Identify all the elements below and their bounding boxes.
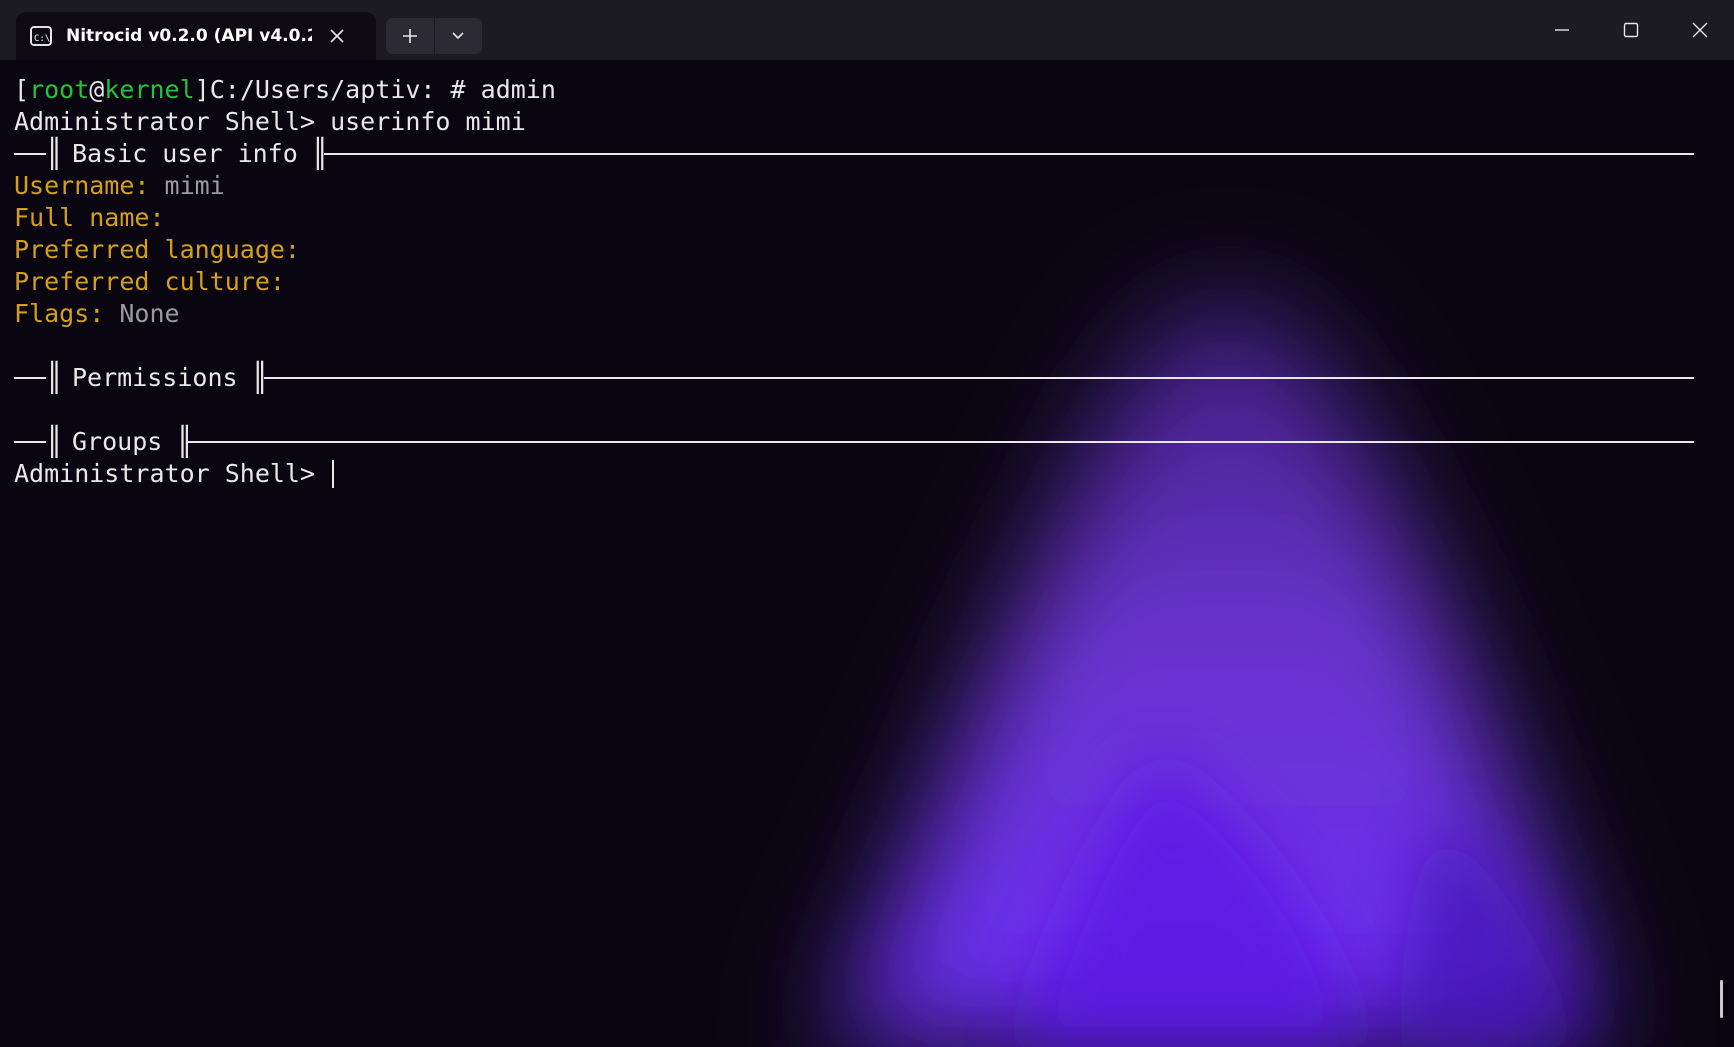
section-rule-lead bbox=[14, 441, 46, 443]
section-bar: ║ bbox=[251, 361, 269, 394]
terminal-window: C:\ Nitrocid v0.2.0 (API v4.0.28.44 bbox=[0, 0, 1734, 1047]
field-username: Username: mimi bbox=[14, 170, 1694, 202]
minimize-icon bbox=[1554, 29, 1569, 31]
section-header-basic: ║ Basic user info ║ bbox=[14, 138, 1694, 170]
prompt-user: root bbox=[29, 75, 90, 104]
title-bar: C:\ Nitrocid v0.2.0 (API v4.0.28.44 bbox=[0, 0, 1734, 60]
prompt-line-3: Administrator Shell> bbox=[14, 458, 1694, 490]
section-bar: ║ bbox=[311, 137, 329, 170]
section-bar: ║ bbox=[176, 425, 194, 458]
maximize-icon bbox=[1623, 22, 1638, 38]
prompt-open-bracket: [ bbox=[14, 75, 30, 104]
section-rule bbox=[323, 153, 1694, 155]
window-controls bbox=[1527, 0, 1734, 60]
section-bar: ║ bbox=[46, 425, 63, 458]
field-value: mimi bbox=[164, 171, 225, 200]
tab-terminal[interactable]: C:\ Nitrocid v0.2.0 (API v4.0.28.44 bbox=[16, 12, 376, 60]
field-label: Preferred culture: bbox=[14, 267, 300, 296]
section-title: Basic user info bbox=[72, 139, 298, 168]
field-label: Preferred language: bbox=[14, 235, 316, 264]
section-rule bbox=[188, 441, 1694, 443]
prompt-close-bracket: ] bbox=[194, 75, 210, 104]
plus-icon bbox=[402, 29, 417, 43]
field-flags: Flags: None bbox=[14, 298, 1694, 330]
prompt-line-1: [root @ kernel] C:/Users/aptiv: # admin bbox=[14, 74, 1694, 106]
tab-title: Nitrocid v0.2.0 (API v4.0.28.44 bbox=[66, 26, 312, 46]
terminal-icon: C:\ bbox=[30, 25, 52, 47]
field-value: None bbox=[119, 299, 180, 328]
tab-actions bbox=[386, 18, 482, 54]
svg-text:C:\: C:\ bbox=[34, 34, 50, 44]
field-full-name: Full name: bbox=[14, 202, 1694, 234]
terminal-output[interactable]: [root @ kernel] C:/Users/aptiv: # admin Adm… bbox=[14, 74, 1694, 490]
section-bar: ║ bbox=[46, 361, 63, 394]
shell-prompt: Administrator Shell> bbox=[14, 459, 331, 488]
section-rule bbox=[263, 377, 1694, 379]
new-tab-button[interactable] bbox=[386, 18, 434, 54]
section-rule-lead bbox=[14, 377, 46, 379]
minimize-button[interactable] bbox=[1527, 0, 1596, 60]
field-label: Flags: bbox=[14, 299, 120, 328]
maximize-button[interactable] bbox=[1596, 0, 1665, 60]
field-preferred-culture: Preferred culture: bbox=[14, 266, 1694, 298]
close-tab-icon[interactable] bbox=[324, 23, 350, 49]
section-header-permissions: ║ Permissions ║ bbox=[14, 362, 1694, 394]
text-cursor bbox=[332, 460, 335, 488]
field-label: Username: bbox=[14, 171, 165, 200]
command-text: admin bbox=[480, 75, 556, 104]
field-preferred-language: Preferred language: bbox=[14, 234, 1694, 266]
prompt-path: C:/Users/aptiv: # bbox=[209, 75, 481, 104]
section-rule-lead bbox=[14, 153, 46, 155]
field-label: Full name: bbox=[14, 203, 180, 232]
close-icon bbox=[1692, 22, 1707, 38]
section-header-groups: ║ Groups ║ bbox=[14, 426, 1694, 458]
section-bar: ║ bbox=[46, 137, 63, 170]
close-window-button[interactable] bbox=[1665, 0, 1734, 60]
tab-dropdown-button[interactable] bbox=[434, 18, 482, 54]
prompt-at: @ bbox=[89, 75, 105, 104]
scrollbar-thumb[interactable] bbox=[1720, 980, 1723, 1018]
chevron-down-icon bbox=[452, 32, 464, 40]
command-text: userinfo mimi bbox=[330, 107, 526, 136]
prompt-host: kernel bbox=[104, 75, 195, 104]
section-title: Groups bbox=[72, 427, 163, 456]
prompt-line-2: Administrator Shell> userinfo mimi bbox=[14, 106, 1694, 138]
shell-prompt: Administrator Shell> bbox=[14, 107, 331, 136]
section-title: Permissions bbox=[72, 363, 238, 392]
